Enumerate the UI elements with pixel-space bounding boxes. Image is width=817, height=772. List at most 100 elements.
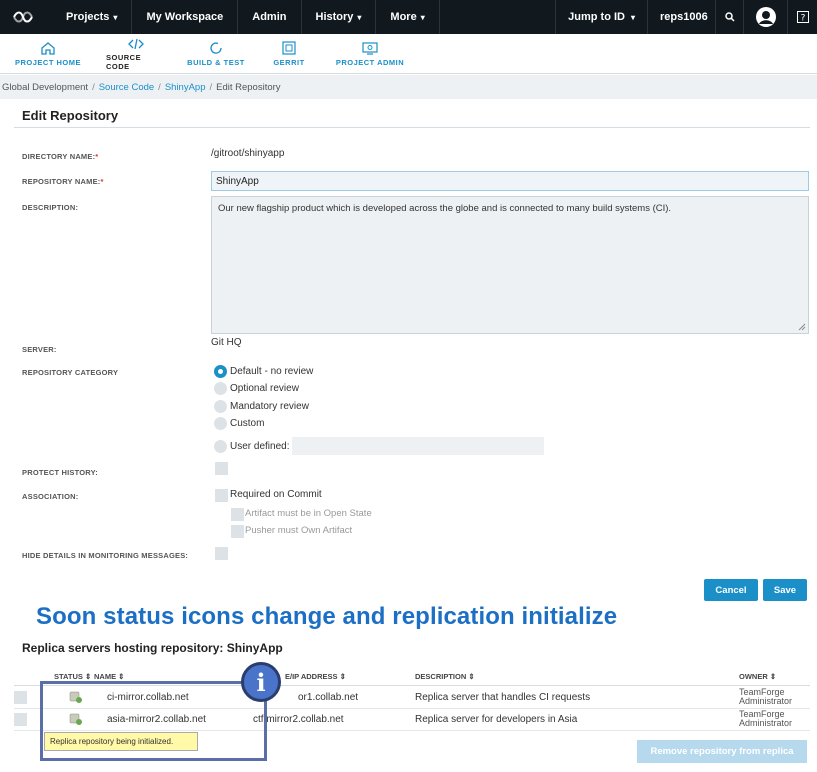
nav-more[interactable]: More ▾ [376, 0, 440, 34]
server-label: SERVER: [22, 345, 57, 354]
header-status[interactable]: STATUS ⇕ [54, 672, 91, 681]
protect-history-checkbox[interactable] [215, 462, 228, 475]
replica-owner: TeamForge Administrator [739, 710, 792, 728]
search-icon[interactable] [715, 0, 743, 34]
tab-project-home-label: PROJECT HOME [14, 58, 81, 67]
radio-icon [214, 382, 227, 395]
admin-icon [362, 42, 378, 55]
caret-down-icon: ▾ [420, 12, 425, 22]
replica-description: Replica server that handles CI requests [415, 692, 591, 703]
save-button[interactable]: Save [763, 579, 807, 601]
category-custom-radio[interactable]: Custom [214, 417, 264, 430]
user-defined-input[interactable] [292, 437, 545, 455]
row-checkbox[interactable] [14, 713, 27, 726]
breadcrumb: Global Development / Source Code / Shiny… [0, 75, 817, 99]
category-user-defined-radio[interactable]: User defined: [214, 437, 545, 455]
breadcrumb-current: Edit Repository [216, 81, 281, 93]
category-optional-radio[interactable]: Optional review [214, 382, 299, 395]
caret-down-icon: ▾ [113, 12, 118, 22]
page-title: Edit Repository [22, 108, 119, 123]
hide-details-label: HIDE DETAILS IN MONITORING MESSAGES: [22, 551, 189, 560]
breadcrumb-repo[interactable]: ShinyApp [165, 82, 206, 93]
description-label: DESCRIPTION: [22, 203, 79, 212]
nav-more-label: More [390, 11, 417, 23]
artifact-open-state-label: Artifact must be in Open State [245, 508, 372, 519]
tab-source-code[interactable]: SOURCE CODE [96, 34, 176, 74]
jump-to-id-dropdown[interactable]: Jump to ID ▾ [555, 0, 647, 34]
required-on-commit-label: Required on Commit [230, 489, 322, 500]
category-optional-label: Optional review [230, 383, 299, 394]
tab-build-test-label: BUILD & TEST [187, 58, 245, 67]
radio-icon [214, 417, 227, 430]
breadcrumb-separator: / [209, 81, 213, 93]
required-on-commit-checkbox[interactable] [215, 489, 228, 502]
pusher-own-artifact-label: Pusher must Own Artifact [245, 525, 353, 536]
nav-projects-label: Projects [66, 11, 110, 23]
caret-down-icon: ▾ [630, 12, 635, 22]
directory-name-label-text: DIRECTORY NAME: [22, 152, 96, 161]
user-avatar-icon[interactable] [743, 0, 787, 34]
description-text: Our new flagship product which is develo… [218, 203, 672, 214]
tab-gerrit[interactable]: GERRIT [256, 34, 322, 74]
directory-name-label: DIRECTORY NAME:* [22, 152, 98, 161]
replica-address: or1.collab.net [298, 692, 359, 703]
radio-icon [214, 439, 227, 453]
nav-admin[interactable]: Admin [238, 0, 302, 34]
top-navigation-bar: Projects ▾ My Workspace Admin History ▾ Mo… [0, 0, 817, 34]
tab-project-home[interactable]: PROJECT HOME [0, 34, 96, 74]
jump-id-input[interactable]: reps1006 [647, 0, 715, 34]
repository-category-label: REPOSITORY CATEGORY [22, 368, 119, 377]
hide-details-checkbox[interactable] [215, 547, 228, 560]
directory-name-value: /gitroot/shinyapp [211, 148, 285, 159]
caret-down-icon: ▾ [357, 12, 362, 22]
category-mandatory-radio[interactable]: Mandatory review [214, 400, 309, 413]
repository-name-label-text: REPOSITORY NAME: [22, 177, 101, 186]
category-default-radio[interactable]: Default - no review [214, 365, 313, 378]
required-marker: * [95, 152, 99, 161]
artifact-open-state-checkbox[interactable] [231, 508, 244, 521]
header-description[interactable]: DESCRIPTION ⇕ [415, 672, 475, 681]
pusher-own-artifact-checkbox[interactable] [231, 525, 244, 538]
category-mandatory-label: Mandatory review [230, 401, 309, 412]
remove-repository-button[interactable]: Remove repository from replica [637, 740, 807, 763]
nav-history-label: History [315, 11, 354, 23]
breadcrumb-project[interactable]: Global Development [2, 82, 88, 93]
header-owner[interactable]: OWNER ⇕ [739, 672, 776, 681]
replica-section-title: Replica servers hosting repository: Shin… [22, 641, 283, 655]
replica-description: Replica server for developers in Asia [415, 714, 578, 725]
breadcrumb-separator: / [92, 81, 95, 93]
row-checkbox[interactable] [14, 691, 27, 704]
header-name[interactable]: NAME ⇕ [94, 672, 124, 681]
help-icon[interactable]: ? [787, 0, 817, 34]
breadcrumb-source-code[interactable]: Source Code [99, 82, 154, 93]
nav-projects[interactable]: Projects ▾ [46, 0, 133, 34]
protect-history-label: PROTECT HISTORY: [22, 468, 98, 477]
cancel-button[interactable]: Cancel [704, 579, 758, 601]
jump-to-id-label: Jump to ID [568, 11, 625, 23]
tab-project-admin[interactable]: PROJECT ADMIN [322, 34, 418, 74]
nav-my-workspace[interactable]: My Workspace [132, 0, 239, 34]
svg-text:?: ? [800, 14, 805, 24]
resize-handle-icon[interactable] [798, 323, 806, 331]
breadcrumb-separator: / [158, 81, 161, 93]
nav-history[interactable]: History ▾ [302, 0, 377, 34]
header-address[interactable]: E/IP ADDRESS ⇕ [285, 672, 346, 681]
description-textarea[interactable]: Our new flagship product which is develo… [211, 196, 809, 334]
association-label: ASSOCIATION: [22, 492, 79, 501]
annotation-highlight-box [40, 681, 267, 761]
repository-name-label: REPOSITORY NAME:* [22, 177, 104, 186]
radio-icon [214, 400, 227, 413]
server-value: Git HQ [211, 337, 242, 348]
replica-owner: TeamForge Administrator [739, 688, 792, 706]
tab-build-test[interactable]: BUILD & TEST [176, 34, 256, 74]
owner-line-2: Administrator [739, 718, 793, 728]
repository-name-input[interactable]: ShinyApp [211, 171, 809, 191]
nav-my-workspace-label: My Workspace [146, 11, 224, 23]
category-default-label: Default - no review [230, 366, 314, 377]
required-marker: * [100, 177, 104, 186]
category-custom-label: Custom [230, 418, 265, 429]
tab-project-admin-label: PROJECT ADMIN [335, 58, 405, 67]
refresh-icon [210, 42, 222, 54]
page-title-row: Edit Repository [14, 104, 810, 128]
logo-icon[interactable] [0, 0, 46, 34]
